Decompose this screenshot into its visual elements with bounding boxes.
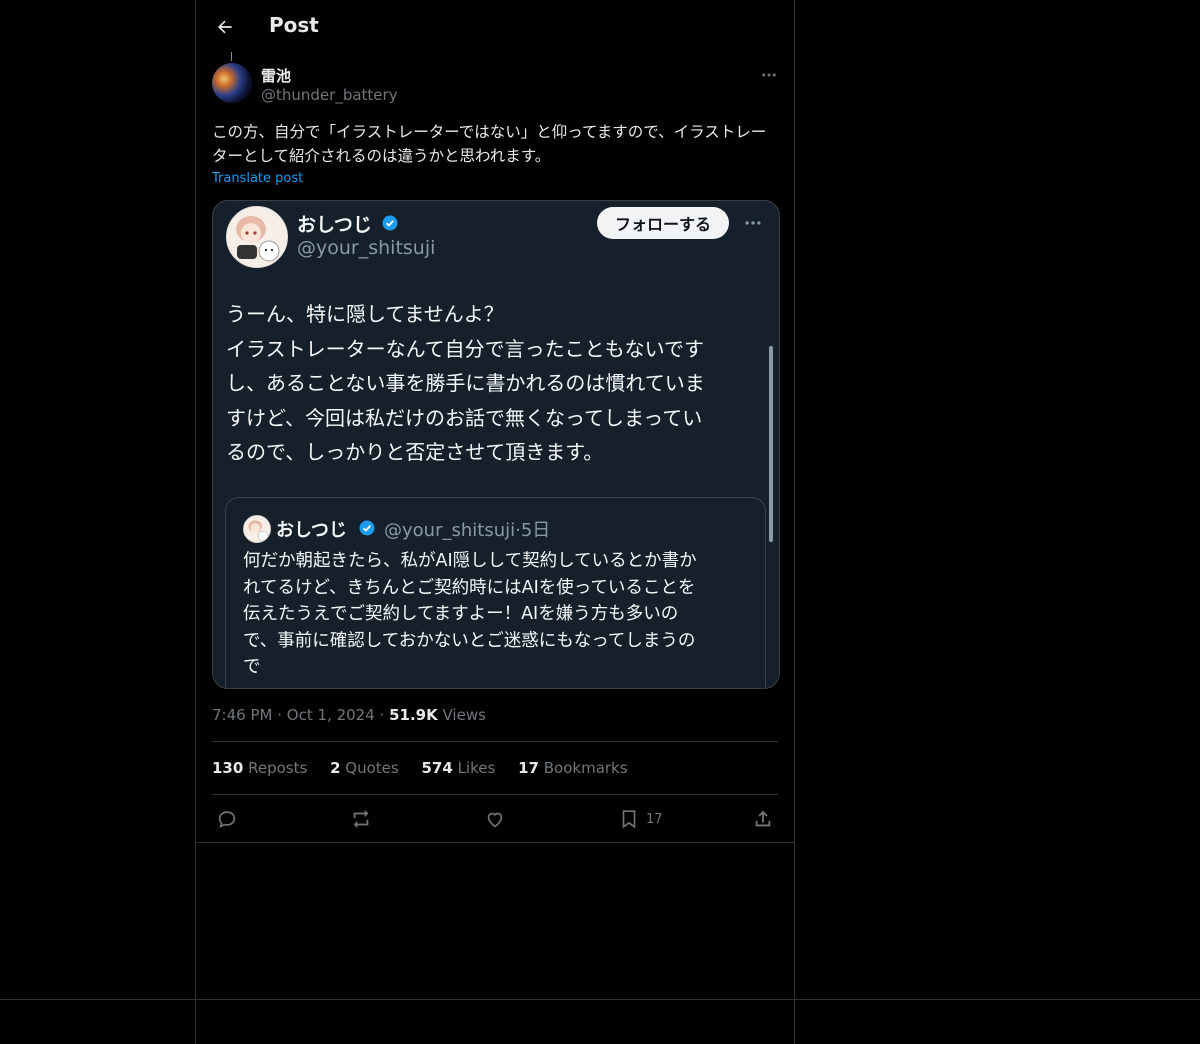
post-date[interactable]: Oct 1, 2024 [287, 706, 375, 724]
quote-age: 5日 [520, 520, 551, 541]
verified-badge-icon [382, 215, 398, 231]
quote-line: 何だか朝起きたら、私がAI隠しして契約しているとか書か [243, 551, 697, 571]
bookmarks-label: Bookmarks [543, 759, 628, 777]
bookmarks-count: 17 [518, 759, 539, 777]
reply-icon [218, 811, 236, 828]
embedded-follow-button: フォローする [597, 207, 729, 239]
reposts-count: 130 [212, 759, 244, 777]
text-line: し、あることない事を勝手に書かれるのは慣れていま [226, 371, 705, 395]
post-meta: 7:46 PM · Oct 1, 2024 · 51.9K Views [212, 706, 486, 724]
likes-label: Likes [457, 759, 496, 777]
reposts-label: Reposts [248, 759, 308, 777]
embedded-display-name: おしつじ [297, 214, 372, 236]
embedded-avatar [226, 206, 288, 268]
embedded-handle: @your_shitsuji [297, 237, 436, 259]
embedded-quote-card: おしつじ @your_shitsuji·5日 何だか朝起きたら、私がAI隠しして… [225, 497, 766, 688]
author-display-name[interactable]: 雷池 [261, 65, 291, 86]
post-stats: 130 Reposts 2 Quotes 574 Likes 17 Bookma… [212, 759, 646, 777]
quote-handle: @your_shitsuji [384, 520, 516, 541]
separator-dot: · [379, 706, 390, 724]
text-line: うーん、特に隠してませんよ？ [226, 302, 504, 326]
quote-text: 何だか朝起きたら、私がAI隠しして契約しているとか書か れてるけど、きちんとご契… [243, 548, 753, 681]
post-header: Post [196, 0, 794, 54]
quote-display-name: おしつじ [276, 520, 347, 541]
character-avatar-icon [227, 207, 287, 267]
back-button[interactable] [212, 14, 238, 40]
bottom-divider [0, 999, 1200, 1000]
repost-button[interactable] [350, 807, 372, 831]
embedded-scrollbar [769, 346, 773, 542]
divider [212, 794, 778, 795]
reply-button[interactable] [216, 807, 238, 831]
quote-line: 伝えたうえでご契約してますよー！AIを嫌う方も多いの [243, 604, 679, 624]
text-line: イラストレーターなんて自分で言ったこともないです [226, 336, 704, 361]
likes-stat[interactable]: 574 Likes [421, 759, 495, 777]
text-line: るので、しっかりと否定させて頂きます。 [226, 440, 604, 464]
page-title: Post [269, 13, 319, 37]
quotes-label: Quotes [345, 759, 399, 777]
embedded-more-icon [741, 211, 765, 235]
quote-avatar [243, 515, 271, 543]
quote-line: れてるけど、きちんとご契約時にはAIを使っていることを [243, 577, 696, 598]
quote-line: で [243, 657, 261, 677]
action-bar: 17 [196, 800, 794, 838]
arrow-left-icon [218, 20, 232, 34]
translate-post-link[interactable]: Translate post [212, 171, 303, 186]
share-button[interactable] [752, 807, 774, 831]
bookmark-icon [622, 810, 636, 829]
likes-count: 574 [421, 759, 453, 777]
repost-icon [353, 809, 369, 829]
share-icon [755, 810, 771, 827]
views-label: Views [442, 706, 486, 724]
quote-verified-badge-icon [359, 520, 375, 536]
quotes-stat[interactable]: 2 Quotes [330, 759, 399, 777]
bookmarks-stat[interactable]: 17 Bookmarks [518, 759, 627, 777]
views-count: 51.9K [389, 706, 438, 724]
avatar[interactable] [212, 63, 252, 103]
embedded-post-text: うーん、特に隠してませんよ？ イラストレーターなんて自分で言ったこともないです … [226, 297, 751, 470]
heart-icon [487, 812, 503, 828]
quote-handle-line: @your_shitsuji·5日 [384, 516, 550, 542]
like-button[interactable] [484, 807, 506, 831]
separator-dot: · [277, 706, 287, 724]
post-time[interactable]: 7:46 PM [212, 706, 272, 724]
thread-line [231, 52, 232, 61]
bookmark-count: 17 [646, 811, 663, 827]
text-line: すけど、今回は私だけのお話で無くなってしまってい [226, 405, 703, 430]
quotes-count: 2 [330, 759, 341, 777]
bookmark-button[interactable]: 17 [618, 807, 663, 831]
post-text: この方、自分で「イラストレーターではない」と仰ってますので、イラストレーターとし… [212, 123, 767, 165]
divider [196, 842, 794, 843]
more-icon [762, 73, 776, 77]
more-button[interactable] [758, 64, 780, 86]
post-image[interactable]: おしつじ @your_shitsuji フォローする うーん、特に隠してませんよ… [212, 200, 780, 689]
quote-line: で、事前に確認しておかないとご迷惑にもなってしまうの [243, 630, 696, 651]
divider [212, 741, 778, 742]
reposts-stat[interactable]: 130 Reposts [212, 759, 307, 777]
post-column: Post 雷池 @thunder_battery この方、自分で「イラストレータ… [195, 0, 795, 1044]
author-handle[interactable]: @thunder_battery [261, 86, 398, 104]
